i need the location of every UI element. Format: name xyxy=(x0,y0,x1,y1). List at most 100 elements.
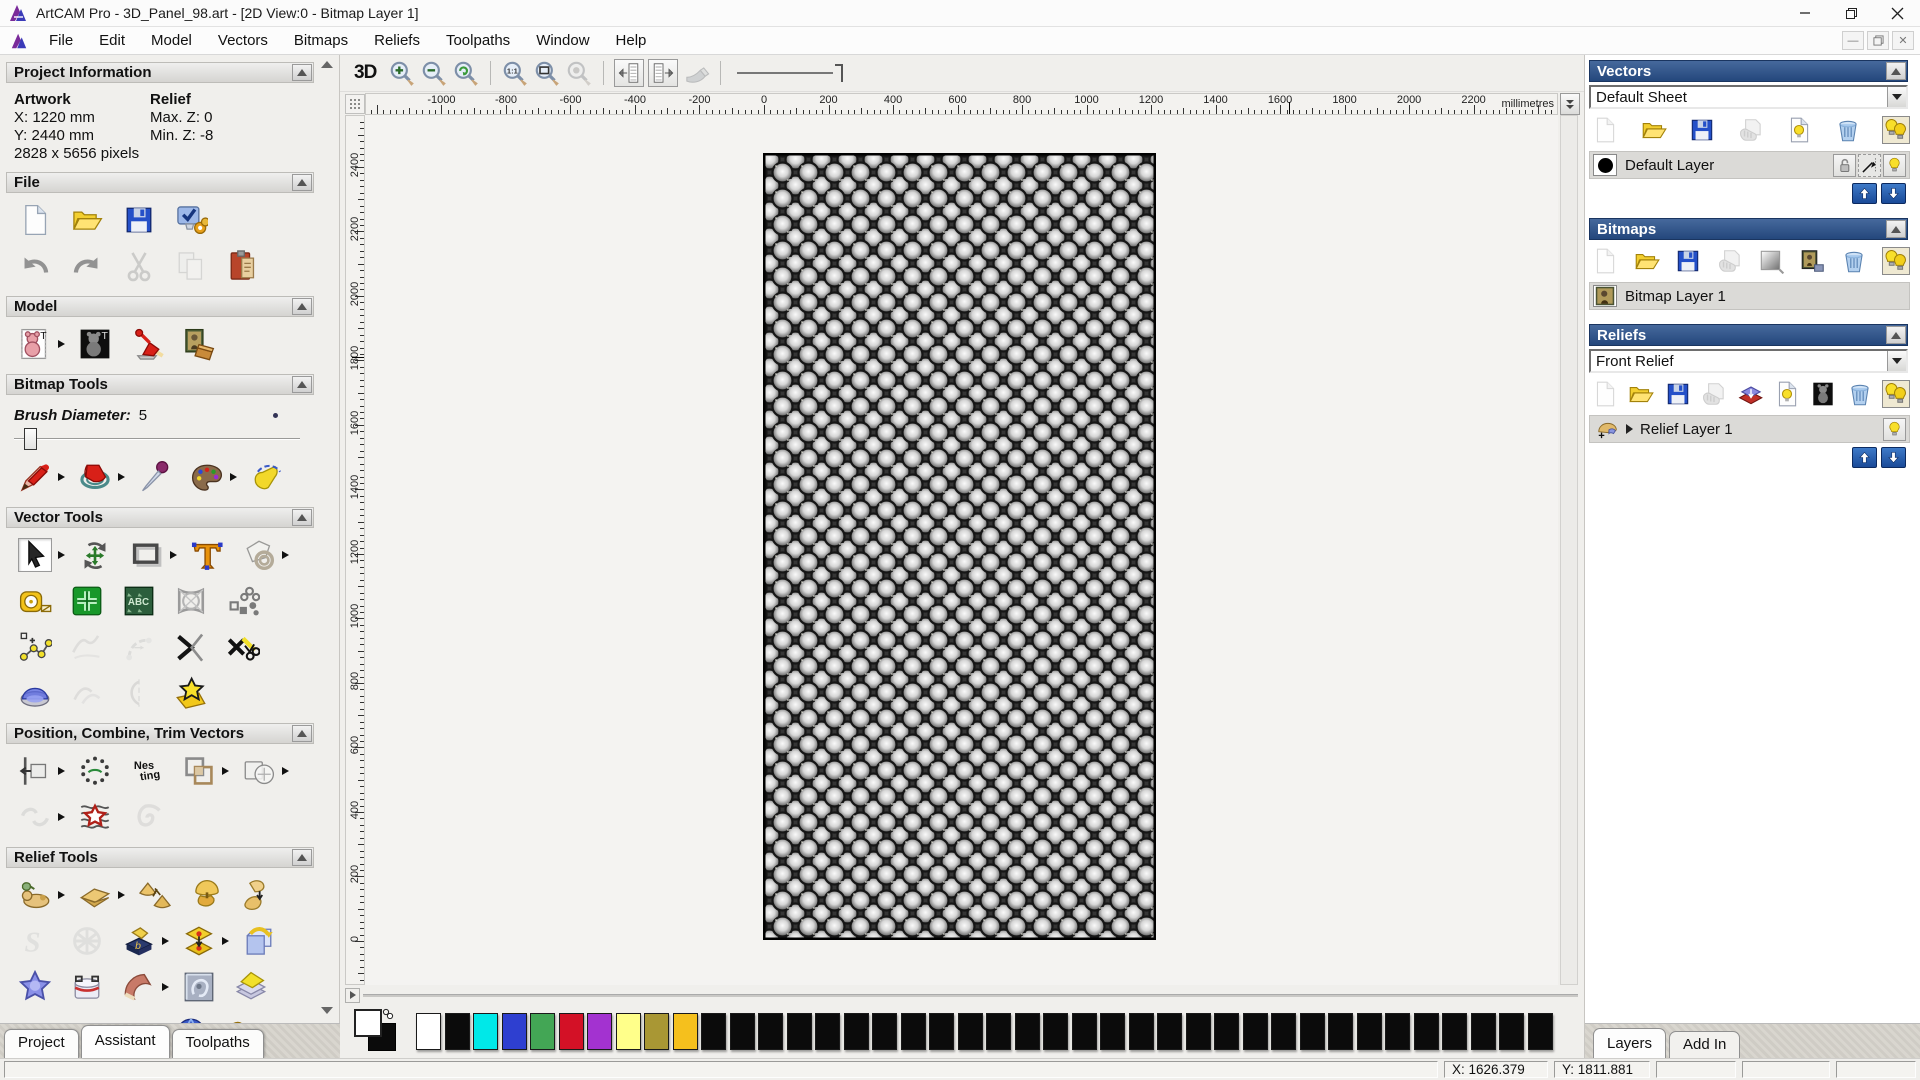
shape-editor-icon[interactable] xyxy=(242,878,276,912)
colour-swatch-20[interactable] xyxy=(986,1012,1011,1050)
mdi-close-button[interactable]: ✕ xyxy=(1892,31,1914,50)
delete-trash-icon[interactable] xyxy=(1846,380,1874,408)
paste-icon[interactable] xyxy=(226,249,260,283)
block-copy-icon[interactable] xyxy=(226,584,260,618)
rectangle-icon[interactable] xyxy=(130,538,164,572)
swap-layers-icon[interactable] xyxy=(182,924,216,958)
slider-handle[interactable] xyxy=(835,64,844,82)
delete-trash-icon[interactable] xyxy=(1840,247,1868,275)
colour-swatch-33[interactable] xyxy=(1356,1012,1382,1050)
join-icon[interactable] xyxy=(18,800,52,834)
colour-palette-icon[interactable] xyxy=(190,460,224,494)
paint-relief-icon[interactable] xyxy=(682,59,710,87)
colour-swatch-28[interactable] xyxy=(1214,1012,1239,1050)
colour-swatch-4[interactable] xyxy=(530,1012,555,1050)
toggle-all-bulbs-icon[interactable] xyxy=(1882,380,1910,408)
section-header-model[interactable]: Model xyxy=(6,296,314,317)
restore-button[interactable] xyxy=(1828,0,1874,26)
open-file-icon[interactable] xyxy=(1633,247,1661,275)
colour-swatch-35[interactable] xyxy=(1413,1012,1439,1050)
section-header-project-information[interactable]: Project Information xyxy=(6,62,314,83)
colour-swatch-27[interactable] xyxy=(1185,1012,1211,1050)
zoom-1to1-icon[interactable]: 1:1 xyxy=(501,59,529,87)
save-file-icon[interactable] xyxy=(1664,380,1692,408)
sheet-select[interactable]: Default Sheet xyxy=(1589,85,1908,109)
zoom-out-icon[interactable] xyxy=(420,59,448,87)
sculpt-icon[interactable]: S xyxy=(18,924,52,958)
toggle-all-bulbs-icon[interactable] xyxy=(1881,247,1910,275)
save-file-icon[interactable] xyxy=(122,203,156,237)
sheet-bulb-icon[interactable] xyxy=(1773,380,1801,408)
move-layer-down-button[interactable] xyxy=(1881,183,1906,204)
red-shape-icon[interactable] xyxy=(18,1016,52,1023)
relief-clipart-icon[interactable]: b xyxy=(122,924,156,958)
primary-colour-swatch[interactable] xyxy=(354,1009,382,1037)
menu-help[interactable]: Help xyxy=(603,29,660,52)
vector-texture-star-icon[interactable] xyxy=(78,800,112,834)
wrap-relief-icon[interactable] xyxy=(70,970,104,1004)
flyout-arrow-icon[interactable] xyxy=(58,878,70,912)
new-file-icon[interactable] xyxy=(1591,116,1619,144)
envelope-distort-icon[interactable] xyxy=(174,584,208,618)
flyout-arrow-icon[interactable] xyxy=(282,538,294,572)
emboss-face-icon[interactable] xyxy=(182,970,216,1004)
colour-swatch-31[interactable] xyxy=(1299,1012,1325,1050)
extrude-dome-icon[interactable] xyxy=(18,676,52,710)
section-header-file[interactable]: File xyxy=(6,172,314,193)
colour-swatch-0[interactable] xyxy=(416,1012,441,1050)
sculpt-cones-icon[interactable] xyxy=(138,878,172,912)
colour-swatch-16[interactable] xyxy=(872,1012,897,1050)
toggle-bitmap-left-button[interactable] xyxy=(614,59,645,87)
snap-icon[interactable] xyxy=(1858,154,1881,177)
visibility-bulb-icon[interactable] xyxy=(1883,154,1906,177)
close-button[interactable] xyxy=(1874,0,1920,26)
dropdown-arrow-icon[interactable] xyxy=(1887,351,1906,371)
colour-swatch-17[interactable] xyxy=(900,1012,926,1050)
merge-icon[interactable] xyxy=(1716,247,1744,275)
primary-secondary-colours[interactable] xyxy=(354,1007,412,1055)
horizontal-scrollbar[interactable] xyxy=(345,987,1578,1003)
relief-panel-preview[interactable] xyxy=(763,153,1156,940)
transfer-relief-icon[interactable] xyxy=(1737,380,1765,408)
flyout-arrow-icon[interactable] xyxy=(162,970,174,1004)
merge-icon[interactable] xyxy=(1737,116,1765,144)
colour-swatch-2[interactable] xyxy=(473,1012,498,1050)
zoom-object-icon[interactable] xyxy=(565,59,593,87)
cut-icon[interactable] xyxy=(122,249,156,283)
colour-swatch-6[interactable] xyxy=(587,1012,612,1050)
colour-swatch-13[interactable] xyxy=(786,1012,812,1050)
menu-window[interactable]: Window xyxy=(523,29,602,52)
basket-icon[interactable] xyxy=(70,1016,104,1023)
ruler-origin-button[interactable] xyxy=(345,94,365,114)
collapse-button[interactable] xyxy=(292,725,312,742)
mushroom-shape-icon[interactable] xyxy=(190,878,224,912)
toggle-all-bulbs-icon[interactable] xyxy=(1882,116,1910,144)
collapse-button[interactable] xyxy=(1886,326,1906,344)
menu-file[interactable]: File xyxy=(36,29,86,52)
menu-vectors[interactable]: Vectors xyxy=(205,29,281,52)
trim-scissors-icon[interactable] xyxy=(226,630,260,664)
colour-swatch-18[interactable] xyxy=(929,1012,954,1050)
flyout-arrow-icon[interactable] xyxy=(58,327,70,361)
tab-add-in[interactable]: Add In xyxy=(1669,1031,1741,1058)
assistant-scrollbar[interactable] xyxy=(319,57,335,1021)
lock-icon[interactable] xyxy=(1833,154,1856,177)
collapse-button[interactable] xyxy=(292,298,312,315)
scrollbar-track[interactable] xyxy=(363,993,1578,997)
purple-dome-icon[interactable] xyxy=(122,1016,156,1023)
colour-swatch-5[interactable] xyxy=(558,1012,584,1050)
minimize-button[interactable] xyxy=(1782,0,1828,26)
group-vectors-icon[interactable] xyxy=(242,754,276,788)
model-check-icon[interactable] xyxy=(174,203,208,237)
slider-track[interactable] xyxy=(14,438,300,440)
spiral-icon[interactable] xyxy=(130,800,164,834)
colour-swatch-36[interactable] xyxy=(1442,1012,1467,1050)
save-file-icon[interactable] xyxy=(1674,247,1702,275)
mdi-minimize-button[interactable]: — xyxy=(1842,31,1864,50)
text-on-curve-icon[interactable] xyxy=(78,754,112,788)
colour-swatch-12[interactable] xyxy=(758,1012,783,1050)
zoom-fit-icon[interactable] xyxy=(533,59,561,87)
relief-select[interactable]: Front Relief xyxy=(1589,349,1908,373)
merge-icon[interactable] xyxy=(1700,380,1728,408)
colour-swatch-34[interactable] xyxy=(1385,1012,1410,1050)
